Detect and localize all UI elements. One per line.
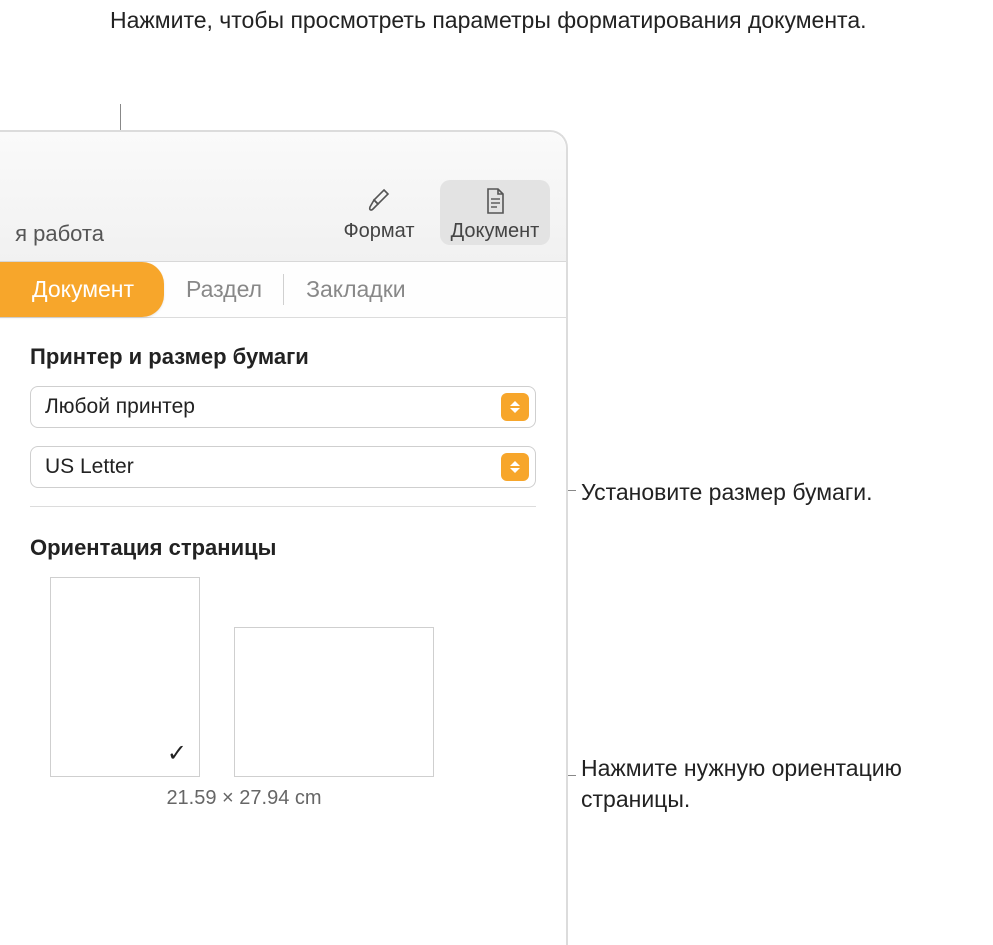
printer-section-title: Принтер и размер бумаги	[30, 344, 536, 370]
divider	[30, 506, 536, 507]
format-button-label: Формат	[328, 220, 430, 243]
document-button-label: Документ	[444, 220, 546, 243]
tab-bookmarks[interactable]: Закладки	[284, 262, 428, 317]
paper-size-popup[interactable]: US Letter	[30, 446, 536, 488]
paper-size-popup-value: US Letter	[45, 455, 501, 479]
orientation-section-title: Ориентация страницы	[30, 535, 536, 561]
printer-popup-value: Любой принтер	[45, 395, 501, 419]
tab-section[interactable]: Раздел	[164, 262, 284, 317]
callout-text-orientation: Нажмите нужную ориентацию страницы.	[581, 753, 993, 815]
tab-document[interactable]: Документ	[0, 262, 164, 317]
toolbar: я работа Формат Документ	[0, 132, 566, 262]
orientation-landscape[interactable]	[234, 627, 434, 777]
orientation-row: ✓	[30, 577, 536, 777]
document-icon	[480, 186, 510, 216]
document-button[interactable]: Документ	[440, 180, 550, 245]
printer-popup[interactable]: Любой принтер	[30, 386, 536, 428]
format-button[interactable]: Формат	[324, 180, 434, 245]
inspector-panel: я работа Формат Документ	[0, 130, 568, 945]
updown-icon	[501, 453, 529, 481]
panel-body: Принтер и размер бумаги Любой принтер US…	[0, 318, 566, 810]
toolbar-left-tab-fragment[interactable]: я работа	[0, 221, 104, 247]
paintbrush-icon	[364, 186, 394, 216]
callout-text-format-options: Нажмите, чтобы просмотреть параметры фор…	[110, 5, 867, 36]
updown-icon	[501, 393, 529, 421]
tab-bar: Документ Раздел Закладки	[0, 262, 566, 318]
orientation-portrait[interactable]: ✓	[50, 577, 200, 777]
callout-text-paper-size: Установите размер бумаги.	[581, 477, 872, 508]
page-size-caption: 21.59 × 27.94 cm	[30, 787, 438, 810]
checkmark-icon: ✓	[167, 739, 187, 768]
